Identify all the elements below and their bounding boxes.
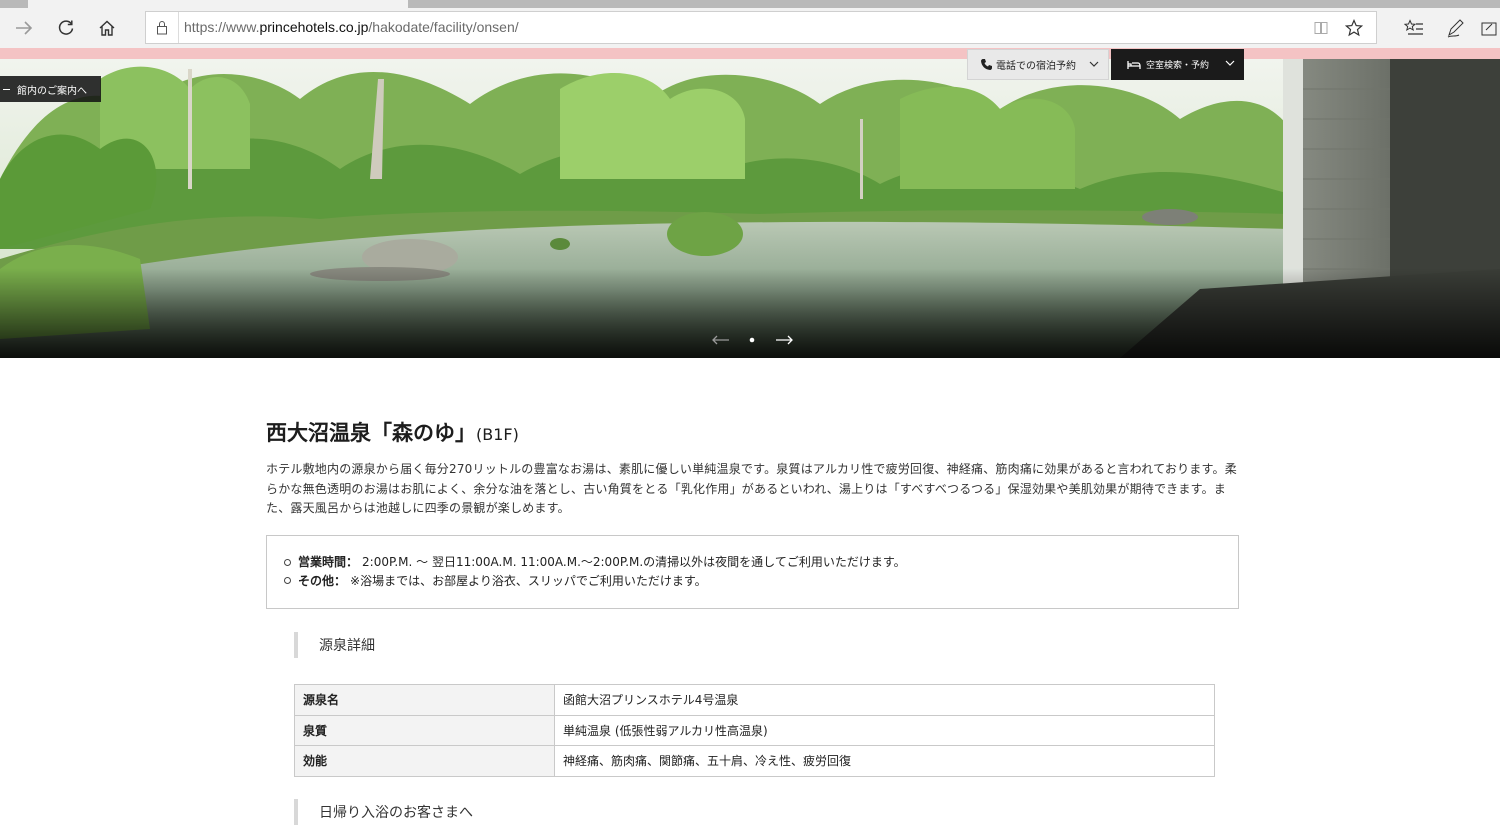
- search-booking-button[interactable]: 空室検索・予約: [1111, 49, 1244, 80]
- dash-icon: [3, 88, 10, 90]
- source-details-table: 源泉名 函館大沼プリンスホテル4号温泉 泉質 単純温泉 (低張性弱アルカリ性高温…: [294, 684, 1215, 777]
- section-heading-source-details: 源泉詳細: [294, 632, 694, 658]
- phone-booking-button[interactable]: 電話での宿泊予約: [967, 49, 1109, 80]
- active-tab[interactable]: [28, 0, 408, 8]
- table-value: 函館大沼プリンスホテル4号温泉: [554, 684, 1215, 716]
- bed-icon: [1127, 60, 1141, 69]
- table-row: 泉質 単純温泉 (低張性弱アルカリ性高温泉): [294, 714, 1215, 746]
- page-title: 西大沼温泉「森のゆ」(B1F): [266, 421, 519, 445]
- bullet-icon: [284, 577, 291, 585]
- slider-controls: [705, 330, 800, 350]
- slider-prev-arrow-icon[interactable]: [712, 335, 729, 345]
- section-heading-day-visitors: 日帰り入浴のお客さまへ: [294, 799, 694, 825]
- facility-guide-label: 館内のご案内へ: [17, 85, 87, 97]
- search-booking-label: 空室検索・予約: [1146, 61, 1210, 71]
- hero-image: [0, 59, 1500, 358]
- lock-icon[interactable]: [146, 12, 179, 43]
- table-value: 神経痛、筋肉痛、関節痛、五十肩、冷え性、疲労回復: [554, 745, 1215, 777]
- info-box: 営業時間： 2:00P.M. 〜 翌日11:00A.M. 11:00A.M.〜2:…: [266, 535, 1239, 609]
- home-icon[interactable]: [91, 12, 123, 44]
- table-value: 単純温泉 (低張性弱アルカリ性高温泉): [554, 714, 1215, 746]
- site-header-bar: [0, 48, 1500, 59]
- browser-toolbar: https://www.princehotels.co.jp/hakodate/…: [0, 8, 1500, 48]
- chevron-down-icon: [1089, 61, 1099, 67]
- reading-view-icon[interactable]: [1310, 18, 1332, 38]
- chevron-down-icon: [1225, 60, 1235, 66]
- table-row: 源泉名 函館大沼プリンスホテル4号温泉: [294, 684, 1215, 716]
- forward-icon[interactable]: [8, 12, 40, 44]
- facility-guide-button[interactable]: 館内のご案内へ: [0, 76, 101, 102]
- share-icon[interactable]: [1478, 12, 1500, 44]
- bullet-icon: [284, 558, 291, 566]
- refresh-icon[interactable]: [50, 12, 82, 44]
- web-note-icon[interactable]: [1440, 12, 1472, 44]
- info-item-other: その他： ※浴場までは、お部屋より浴衣、スリッパでご利用いただけます。: [284, 572, 906, 591]
- phone-icon: [981, 59, 992, 70]
- tab-strip: [0, 0, 1500, 8]
- favorites-hub-icon[interactable]: [1398, 12, 1430, 44]
- favorite-star-icon[interactable]: [1342, 16, 1366, 40]
- url-text[interactable]: https://www.princehotels.co.jp/hakodate/…: [184, 19, 519, 35]
- slider-dot[interactable]: [749, 337, 755, 343]
- onsen-description: ホテル敷地内の源泉から届く毎分270リットルの豊富なお湯は、素肌に優しい単純温泉…: [266, 462, 1237, 516]
- phone-booking-label: 電話での宿泊予約: [996, 61, 1076, 72]
- table-row: 効能 神経痛、筋肉痛、関節痛、五十肩、冷え性、疲労回復: [294, 745, 1215, 777]
- address-bar[interactable]: https://www.princehotels.co.jp/hakodate/…: [145, 11, 1377, 44]
- table-key: 源泉名: [294, 684, 555, 716]
- info-item-hours: 営業時間： 2:00P.M. 〜 翌日11:00A.M. 11:00A.M.〜2:…: [284, 553, 906, 572]
- table-key: 泉質: [294, 714, 555, 746]
- table-key: 効能: [294, 745, 555, 777]
- slider-next-arrow-icon[interactable]: [776, 335, 793, 345]
